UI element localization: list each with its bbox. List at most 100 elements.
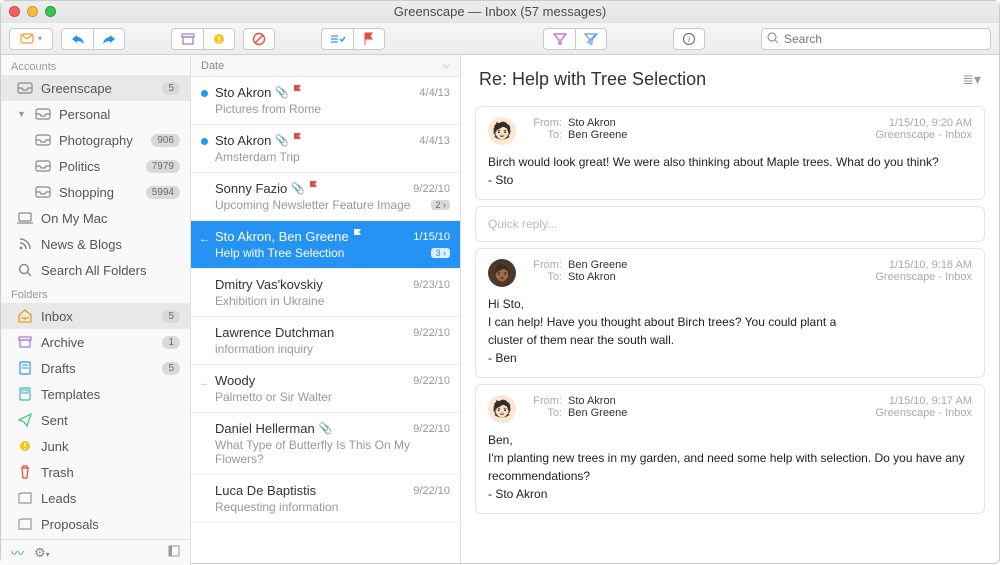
message-row[interactable]: Daniel Hellerman📎9/22/10What Type of But… (191, 413, 460, 475)
search-icon (767, 32, 780, 50)
to-value: Ben Greene (568, 129, 627, 141)
sidebar-account-news-blogs[interactable]: News & Blogs (1, 231, 190, 257)
sidebar-folder-inbox[interactable]: Inbox5 (1, 303, 190, 329)
attachment-icon: 📎 (319, 422, 333, 435)
sort-chevron-icon: ⌵ (443, 60, 450, 71)
message-from: Sto Akron, Ben Greene (215, 229, 349, 244)
message-subject: Pictures from Rome (215, 102, 321, 116)
reply-button[interactable] (61, 28, 93, 50)
from-label: From: (526, 117, 562, 129)
message-folder: Greenscape - Inbox (875, 407, 972, 419)
sidebar-folder-junk[interactable]: Junk (1, 433, 190, 459)
message-row[interactable]: Sto Akron📎4/4/13Pictures from Rome (191, 77, 460, 125)
message-row[interactable]: Sonny Fazio📎9/22/10Upcoming Newsletter F… (191, 173, 460, 221)
block-button[interactable] (243, 28, 275, 50)
compose-button[interactable]: ▾ (9, 28, 53, 50)
sidebar-folder-proposals[interactable]: Proposals (1, 511, 190, 537)
sidebar-account-search-all-folders[interactable]: Search All Folders (1, 257, 190, 283)
count-badge: 906 (151, 134, 180, 147)
count-badge: 7979 (146, 160, 180, 173)
sidebar-item-label: Leads (41, 491, 180, 506)
sidebar-account-politics[interactable]: Politics7979 (1, 153, 190, 179)
junk-button[interactable] (203, 28, 235, 50)
message-timestamp: 1/15/10, 9:18 AM (875, 259, 972, 271)
folder-icon (17, 237, 33, 251)
archive-button[interactable] (171, 28, 203, 50)
folder-icon (35, 134, 51, 146)
disclose-icon: ▼ (17, 109, 27, 119)
message-row[interactable]: ←Sto Akron, Ben Greene1/15/10Help with T… (191, 221, 460, 269)
search-input[interactable] (761, 28, 991, 50)
flag-icon (293, 85, 303, 100)
folder-icon (35, 160, 51, 172)
sidebar-account-shopping[interactable]: Shopping5994 (1, 179, 190, 205)
filter-button[interactable] (543, 28, 575, 50)
sidebar-folder-archive[interactable]: Archive1 (1, 329, 190, 355)
message-date: 4/4/13 (419, 135, 450, 147)
sidebar-folder-leads[interactable]: Leads (1, 485, 190, 511)
flag-button[interactable] (353, 28, 385, 50)
message-from: Woody (215, 373, 255, 388)
message-body: Ben, I'm planting new trees in my garden… (488, 431, 972, 503)
message-date: 9/22/10 (413, 423, 450, 435)
message-row[interactable]: Dmitry Vas'kovskiy9/23/10Exhibition in U… (191, 269, 460, 317)
sidebar-folder-sent[interactable]: Sent (1, 407, 190, 433)
message-row[interactable]: ←Woody9/22/10Palmetto or Sir Walter (191, 365, 460, 413)
attachment-icon: 📎 (275, 134, 289, 147)
message-date: 9/22/10 (413, 375, 450, 387)
sidebar-item-label: Drafts (41, 361, 154, 376)
attachment-icon: 📎 (275, 86, 289, 99)
sidebar-account-greenscape[interactable]: Greenscape5 (1, 75, 190, 101)
from-label: From: (526, 395, 562, 407)
thread-count-badge: 2 › (431, 200, 450, 210)
mark-read-button[interactable] (321, 28, 353, 50)
reply-arrow-icon: ← (199, 377, 210, 389)
count-badge: 5 (162, 362, 180, 375)
sidebar-folder-templates[interactable]: Templates (1, 381, 190, 407)
sent-icon (17, 413, 33, 427)
sidebar-account-on-my-mac[interactable]: On My Mac (1, 205, 190, 231)
forward-button[interactable] (93, 28, 125, 50)
message-row[interactable]: Sto Akron📎4/4/13Amsterdam Trip (191, 125, 460, 173)
sidebar-item-label: Proposals (41, 517, 180, 532)
message-row[interactable]: Lawrence Dutchman9/22/10information inqu… (191, 317, 460, 365)
thread-menu-icon[interactable]: ≣▾ (962, 71, 981, 88)
message-card: 🧑🏻From:Sto AkronTo:Ben Greene1/15/10, 9:… (475, 106, 985, 200)
message-row[interactable]: Luca De Baptistis9/22/10Requesting infor… (191, 475, 460, 523)
message-subject: Amsterdam Trip (215, 150, 300, 164)
quick-reply-input[interactable]: Quick reply... (475, 206, 985, 242)
sidebar-folder-drafts[interactable]: Drafts 5 (1, 355, 190, 381)
sidebar-item-label: Junk (41, 439, 180, 454)
thread-count-badge: 3 › (431, 248, 450, 258)
to-label: To: (526, 129, 562, 141)
to-value: Ben Greene (568, 407, 627, 419)
info-button[interactable]: i (673, 28, 705, 50)
sidebar-account-photography[interactable]: Photography 906 (1, 127, 190, 153)
sidebar-item-label: Photography (59, 133, 143, 148)
search-box[interactable] (761, 28, 991, 50)
message-subject: information inquiry (215, 342, 313, 356)
avatar: 🧑🏻 (488, 117, 516, 145)
message-folder: Greenscape - Inbox (875, 129, 972, 141)
sidebar-item-label: Sent (41, 413, 180, 428)
sidebar-account-personal[interactable]: ▼Personal (1, 101, 190, 127)
folders-section-label: Folders (1, 283, 190, 303)
message-list-header[interactable]: Date ⌵ (191, 55, 460, 77)
collapse-sidebar-icon[interactable] (168, 545, 180, 560)
thread-subject: Re: Help with Tree Selection (479, 69, 706, 90)
count-badge: 5994 (146, 186, 180, 199)
flag-icon (309, 181, 319, 196)
message-body: Birch would look great! We were also thi… (488, 153, 972, 189)
clear-filter-button[interactable] (575, 28, 607, 50)
message-timestamp: 1/15/10, 9:17 AM (875, 395, 972, 407)
message-folder: Greenscape - Inbox (875, 271, 972, 283)
sidebar-folder-trash[interactable]: Trash (1, 459, 190, 485)
message-from: Lawrence Dutchman (215, 325, 334, 340)
settings-gear-icon[interactable]: ⚙︎▾ (34, 545, 50, 561)
flag-icon (353, 229, 363, 244)
avatar: 🧑🏾 (488, 259, 516, 287)
activity-icon[interactable]: 〰 (11, 543, 24, 562)
sidebar-footer: 〰 ⚙︎▾ (1, 539, 190, 565)
message-subject: What Type of Butterfly Is This On My Flo… (215, 438, 450, 466)
unread-dot-icon (201, 138, 208, 145)
